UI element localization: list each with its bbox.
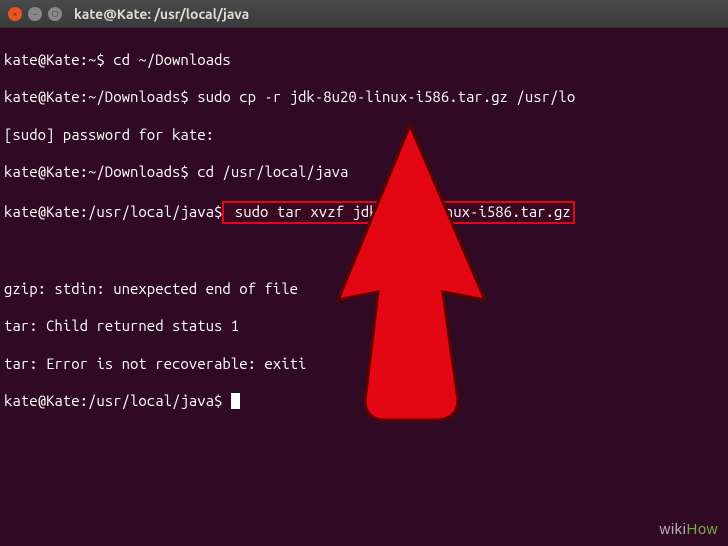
cursor-icon (231, 393, 240, 409)
prompt: kate@Kate:/usr/local/java$ (4, 392, 222, 409)
terminal-line: kate@Kate:/usr/local/java$ sudo tar xvzf… (4, 201, 724, 224)
terminal-line: tar: Child returned status 1 (4, 317, 724, 336)
command-text: cd /usr/local/java (189, 163, 349, 180)
terminal-line: gzip: stdin: unexpected end of file (4, 280, 724, 299)
terminal-line: kate@Kate:~$ cd ~/Downloads (4, 51, 724, 70)
prompt: kate@Kate:~/Downloads$ (4, 163, 189, 180)
terminal-line: kate@Kate:/usr/local/java$ (4, 392, 724, 411)
command-text: sudo cp -r jdk-8u20-linux-i586.tar.gz /u… (189, 88, 575, 105)
terminal-line: [sudo] password for kate: (4, 126, 724, 145)
terminal-line: kate@Kate:~/Downloads$ cd /usr/local/jav… (4, 163, 724, 182)
prompt: kate@Kate:/usr/local/java$ (4, 203, 222, 220)
watermark-how: How (686, 521, 718, 538)
output-text: tar: Child returned status 1 (4, 317, 239, 334)
minimize-button[interactable]: − (28, 7, 42, 21)
output-text: [sudo] password for kate: (4, 126, 214, 143)
titlebar: × − ▢ kate@Kate: /usr/local/java (0, 0, 728, 28)
terminal-line: tar: Error is not recoverable: exiti (4, 355, 724, 374)
terminal-body[interactable]: kate@Kate:~$ cd ~/Downloads kate@Kate:~/… (0, 28, 728, 434)
command-text (222, 392, 230, 409)
window-title: kate@Kate: /usr/local/java (74, 6, 249, 22)
command-text: sudo tar xvzf jdk-8u20-linux-i586.tar.gz (226, 203, 570, 220)
maximize-button[interactable]: ▢ (48, 7, 62, 21)
watermark-wiki: wiki (659, 521, 686, 538)
output-text: tar: Error is not recoverable: exiti (4, 355, 306, 372)
command-text: cd ~/Downloads (105, 51, 231, 68)
watermark: wikiHow (659, 521, 718, 538)
terminal-line (4, 242, 724, 261)
close-button[interactable]: × (8, 7, 22, 21)
output-text: gzip: stdin: unexpected end of file (4, 280, 298, 297)
highlighted-command: sudo tar xvzf jdk-8u20-linux-i586.tar.gz (222, 201, 574, 224)
terminal-line: kate@Kate:~/Downloads$ sudo cp -r jdk-8u… (4, 88, 724, 107)
prompt: kate@Kate:~/Downloads$ (4, 88, 189, 105)
window-controls: × − ▢ (8, 7, 62, 21)
prompt: kate@Kate:~$ (4, 51, 105, 68)
